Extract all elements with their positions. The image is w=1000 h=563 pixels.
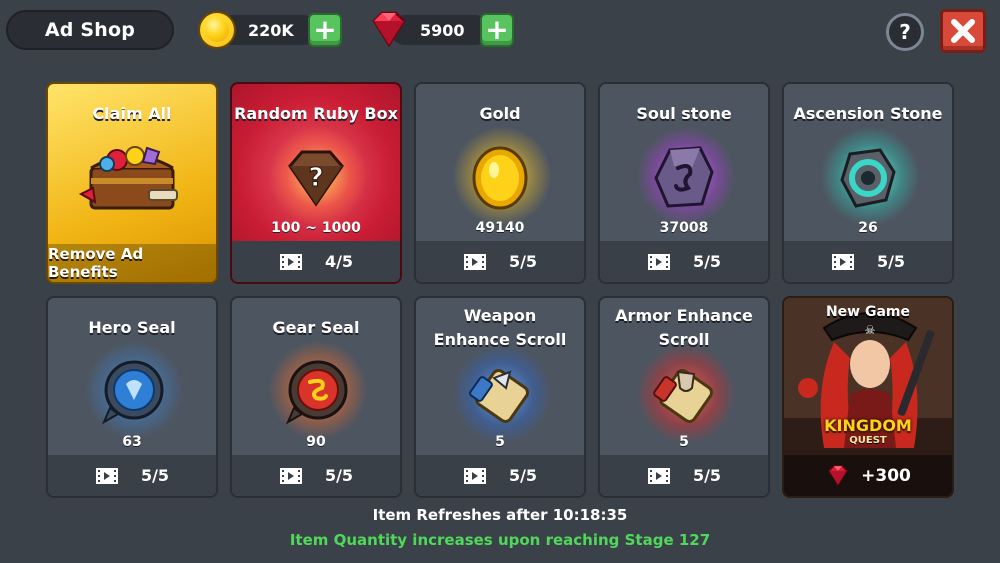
hero-seal-icon [101,360,164,425]
ad-count: 5/5 [508,252,538,271]
video-ad-icon [463,467,486,484]
item-quantity: 37008 [659,220,709,236]
ad-count: 4/5 [324,252,354,271]
ad-count: 5/5 [324,466,354,485]
ad-count: 5/5 [692,252,722,271]
ad-watch-button[interactable]: 5/5 [600,241,768,282]
close-button[interactable] [940,9,986,53]
item-quantity: 49140 [475,220,525,236]
card-title: Hero Seal [88,318,176,337]
weapon-enhance-scroll-card[interactable]: Weapon Enhance Scroll 5 5/5 [414,296,586,498]
soul-stone-card[interactable]: Soul stone 37008 5/5 [598,82,770,284]
ad-watch-button[interactable]: 4/5 [232,241,400,282]
remove-ad-benefits-label: Remove Ad Benefits [48,245,144,281]
gold-amount: 220K [248,20,294,40]
ruby-icon [372,11,406,48]
card-title: Claim All [92,104,172,123]
item-quantity: 5 [495,434,505,450]
close-icon [951,19,975,43]
help-button[interactable]: ? [886,13,924,51]
item-quantity: 63 [122,434,142,450]
ad-watch-button[interactable]: 5/5 [416,455,584,496]
card-title: Random Ruby Box [234,104,398,123]
armor-scroll-icon [653,369,713,423]
ad-watch-button[interactable]: 5/5 [232,455,400,496]
ascension-stone-card[interactable]: Ascension Stone 26 5/5 [782,82,954,284]
ruby-icon [828,464,848,486]
card-title: Ascension Stone [793,104,943,123]
ruby-amount: 5900 [420,20,465,40]
video-ad-icon [463,253,486,270]
ruby-box-icon: ? [288,150,344,207]
gear-seal-card[interactable]: Gear Seal 90 5/5 [230,296,402,498]
gold-card[interactable]: Gold 49140 5/5 [414,82,586,284]
ad-watch-button[interactable]: 5/5 [600,455,768,496]
ad-count: 5/5 [508,466,538,485]
item-quantity: 26 [858,220,878,236]
refresh-timer-text: Item Refreshes after 10:18:35 [372,506,628,524]
stage-note-text: Item Quantity increases upon reaching St… [289,531,711,549]
gold-coin-icon [198,11,236,49]
gear-seal-icon [285,360,348,425]
ad-count: 5/5 [140,466,170,485]
gold-coin-icon [472,146,528,210]
claim-all-card[interactable]: Claim All Remove Ad Benefits [46,82,218,284]
ad-watch-button[interactable]: 5/5 [784,241,952,282]
card-title: Gear Seal [272,318,360,337]
add-gold-button[interactable]: + [308,13,342,47]
soul-stone-icon [654,146,714,208]
ad-watch-button[interactable]: 5/5 [48,455,216,496]
hero-seal-card[interactable]: Hero Seal 63 5/5 [46,296,218,498]
svg-text:?: ? [308,163,323,193]
game-logo-line2: QUEST [849,435,887,446]
card-title: Soul stone [636,104,732,123]
ascension-stone-icon [840,148,896,208]
item-quantity: 5 [679,434,689,450]
install-reward[interactable]: +300 [784,455,952,496]
ruby-currency: 5900 + [368,11,518,48]
video-ad-icon [647,467,670,484]
ad-watch-button[interactable]: 5/5 [416,241,584,282]
video-ad-icon [831,253,854,270]
add-ruby-button[interactable]: + [480,13,514,47]
card-title: Gold [479,104,521,123]
reward-amount: +300 [861,465,911,486]
armor-enhance-scroll-card[interactable]: Armor Enhance Scroll 5 5/5 [598,296,770,498]
video-ad-icon [95,467,118,484]
kingdom-quest-logo: KINGDOM QUEST [784,418,952,446]
video-ad-icon [279,253,302,270]
gold-currency: 220K + [198,11,348,49]
treasure-chest-icon [78,146,178,210]
random-ruby-box-card[interactable]: Random Ruby Box ? 100 ~ 1000 4/5 [230,82,402,284]
video-ad-icon [647,253,670,270]
item-quantity: 100 ~ 1000 [271,220,361,236]
video-ad-icon [279,467,302,484]
weapon-scroll-icon [469,369,529,423]
ad-count: 5/5 [692,466,722,485]
new-game-card[interactable]: ☠ New Game KINGDOM QUEST +300 [782,296,954,498]
card-title: New Game [825,304,911,320]
ad-count: 5/5 [876,252,906,271]
item-quantity: 90 [306,434,326,450]
svg-text:☠: ☠ [865,323,876,337]
shop-title: Ad Shop [6,10,174,50]
game-logo-line1: KINGDOM [824,416,912,435]
